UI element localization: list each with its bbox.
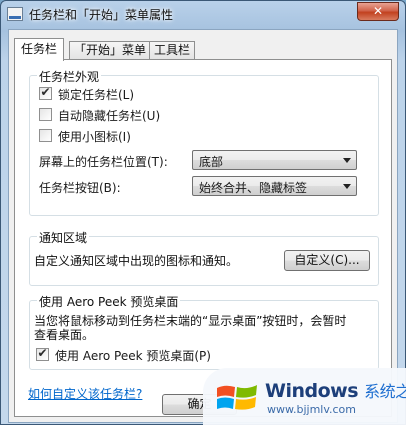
taskbar-location-value: 底部: [199, 155, 224, 169]
windows-logo-icon: [217, 385, 257, 410]
watermark-url: www.bjjmlv.com: [267, 403, 356, 416]
dialog-client-area: 任务栏 「开始」菜单 工具栏 任务栏外观 ✔ 锁定任务栏(L) 自动隐藏任务栏(…: [8, 29, 398, 423]
aero-peek-group: 使用 Aero Peek 预览桌面 当您将鼠标移动到任务栏末端的“显示桌面”按钮…: [29, 293, 379, 370]
checkmark-icon: ✔: [40, 85, 51, 99]
close-icon: ✕: [372, 4, 384, 18]
taskbar-buttons-select[interactable]: 始终合并、隐藏标签: [192, 176, 357, 196]
taskbar-appearance-group: 任务栏外观 ✔ 锁定任务栏(L) 自动隐藏任务栏(U) 使用小图标(I) 屏幕上…: [29, 68, 379, 216]
small-icons-label: 使用小图标(I): [58, 130, 131, 144]
taskbar-buttons-label: 任务栏按钮(B):: [39, 181, 121, 195]
aero-peek-label: 使用 Aero Peek 预览桌面(P): [55, 349, 211, 363]
chevron-down-icon: [343, 184, 351, 189]
site-watermark: Windows 系统之家 www.bjjmlv.com: [203, 368, 406, 425]
logo-pane-yellow: [235, 397, 256, 410]
tab-taskbar[interactable]: 任务栏: [14, 38, 65, 61]
lock-taskbar-checkbox[interactable]: ✔: [39, 85, 52, 100]
taskbar-location-label: 屏幕上的任务栏位置(T):: [39, 155, 168, 169]
window-app-icon: [7, 7, 23, 21]
title-bar[interactable]: 任务栏和「开始」菜单属性 ✕: [1, 1, 405, 29]
aero-peek-checkbox[interactable]: ✔: [36, 346, 49, 361]
lock-taskbar-label: 锁定任务栏(L): [58, 88, 135, 102]
logo-pane-red: [217, 385, 235, 397]
auto-hide-label: 自动隐藏任务栏(U): [58, 109, 161, 123]
chevron-down-icon: [343, 158, 351, 163]
watermark-brand: Windows 系统之家: [265, 378, 406, 402]
notification-area-group: 通知区域 自定义通知区域中出现的图标和通知。 自定义(C)...: [29, 229, 379, 286]
checkmark-icon: ✔: [37, 346, 48, 360]
properties-window: 任务栏和「开始」菜单属性 ✕ 任务栏 「开始」菜单 工具栏 任务栏外观 ✔ 锁定…: [0, 0, 406, 425]
small-icons-checkbox[interactable]: [39, 129, 52, 142]
taskbar-location-select[interactable]: 底部: [192, 150, 357, 170]
group-title-notification: 通知区域: [37, 229, 90, 246]
group-title-aero-peek: 使用 Aero Peek 预览桌面: [37, 293, 181, 310]
watermark-brand-accent: 系统之家: [364, 382, 406, 401]
tab-toolbars[interactable]: 工具栏: [149, 41, 196, 60]
auto-hide-checkbox[interactable]: [39, 108, 52, 121]
tab-start-menu[interactable]: 「开始」菜单: [69, 41, 152, 60]
notification-description: 自定义通知区域中出现的图标和通知。: [34, 254, 239, 268]
taskbar-buttons-value: 始终合并、隐藏标签: [199, 181, 308, 195]
logo-pane-green: [236, 385, 257, 398]
close-button[interactable]: ✕: [357, 2, 399, 21]
customize-notification-button[interactable]: 自定义(C)...: [284, 250, 370, 271]
window-title: 任务栏和「开始」菜单属性: [29, 8, 174, 22]
customize-taskbar-help-link[interactable]: 如何自定义该任务栏?: [28, 385, 142, 402]
tab-panel-taskbar: 任务栏外观 ✔ 锁定任务栏(L) 自动隐藏任务栏(U) 使用小图标(I) 屏幕上…: [14, 59, 392, 417]
aero-peek-description-line2: 查看桌面。: [34, 328, 95, 342]
logo-pane-blue: [217, 397, 234, 409]
group-title-appearance: 任务栏外观: [37, 68, 102, 85]
watermark-brand-name: Windows: [265, 380, 359, 402]
